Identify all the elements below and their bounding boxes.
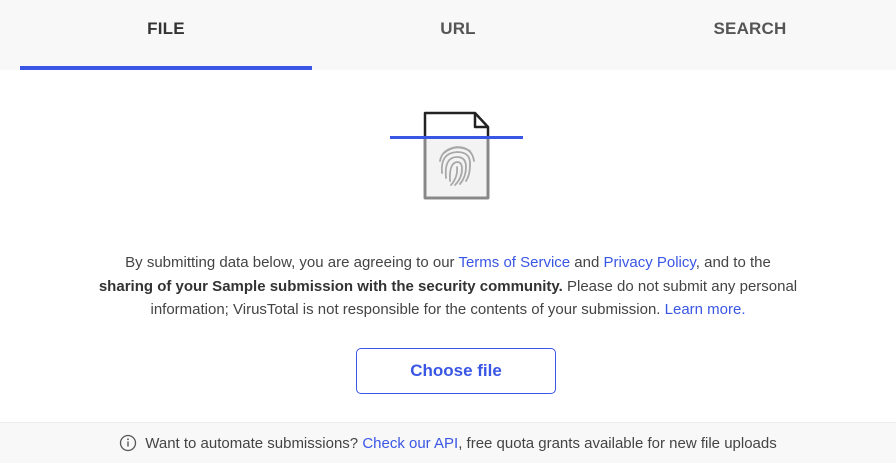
notice-text: Please do not submit any personal bbox=[562, 277, 798, 295]
notice-line-2: sharing of your Sample submission with t… bbox=[0, 275, 896, 299]
terms-notice: By submitting data below, you are agreei… bbox=[0, 251, 896, 322]
tab-search[interactable]: SEARCH bbox=[604, 0, 896, 70]
terms-of-service-link[interactable]: Terms of Service bbox=[458, 254, 570, 271]
footer-text: Want to automate submissions? bbox=[145, 434, 359, 452]
tab-url-label: URL bbox=[440, 19, 476, 38]
check-api-link[interactable]: Check our API bbox=[362, 435, 458, 452]
tab-file[interactable]: FILE bbox=[20, 0, 312, 70]
notice-text: and bbox=[570, 254, 604, 271]
tab-file-label: FILE bbox=[147, 19, 185, 38]
privacy-policy-link[interactable]: Privacy Policy bbox=[604, 254, 696, 271]
notice-line-3: information; VirusTotal is not responsib… bbox=[0, 298, 896, 322]
tab-url[interactable]: URL bbox=[312, 0, 604, 70]
info-icon bbox=[120, 434, 137, 452]
fingerprint-file-scan-icon bbox=[390, 111, 523, 200]
notice-line-1: By submitting data below, you are agreei… bbox=[0, 251, 896, 275]
notice-text: By submitting data below, you are agreei… bbox=[125, 254, 459, 271]
notice-text: , and to the bbox=[695, 254, 771, 271]
choose-file-button[interactable]: Choose file bbox=[356, 348, 556, 394]
tab-search-label: SEARCH bbox=[713, 19, 787, 38]
tab-bar: FILE URL SEARCH bbox=[0, 0, 896, 70]
footer-text: , free quota grants available for new fi… bbox=[458, 434, 777, 452]
api-footer: Want to automate submissions? Check our … bbox=[0, 422, 896, 463]
active-tab-indicator bbox=[20, 66, 312, 70]
notice-text: information; VirusTotal is not responsib… bbox=[150, 301, 665, 318]
sharing-notice-bold: sharing of your Sample submission with t… bbox=[98, 277, 563, 295]
learn-more-link[interactable]: Learn more. bbox=[665, 301, 746, 318]
